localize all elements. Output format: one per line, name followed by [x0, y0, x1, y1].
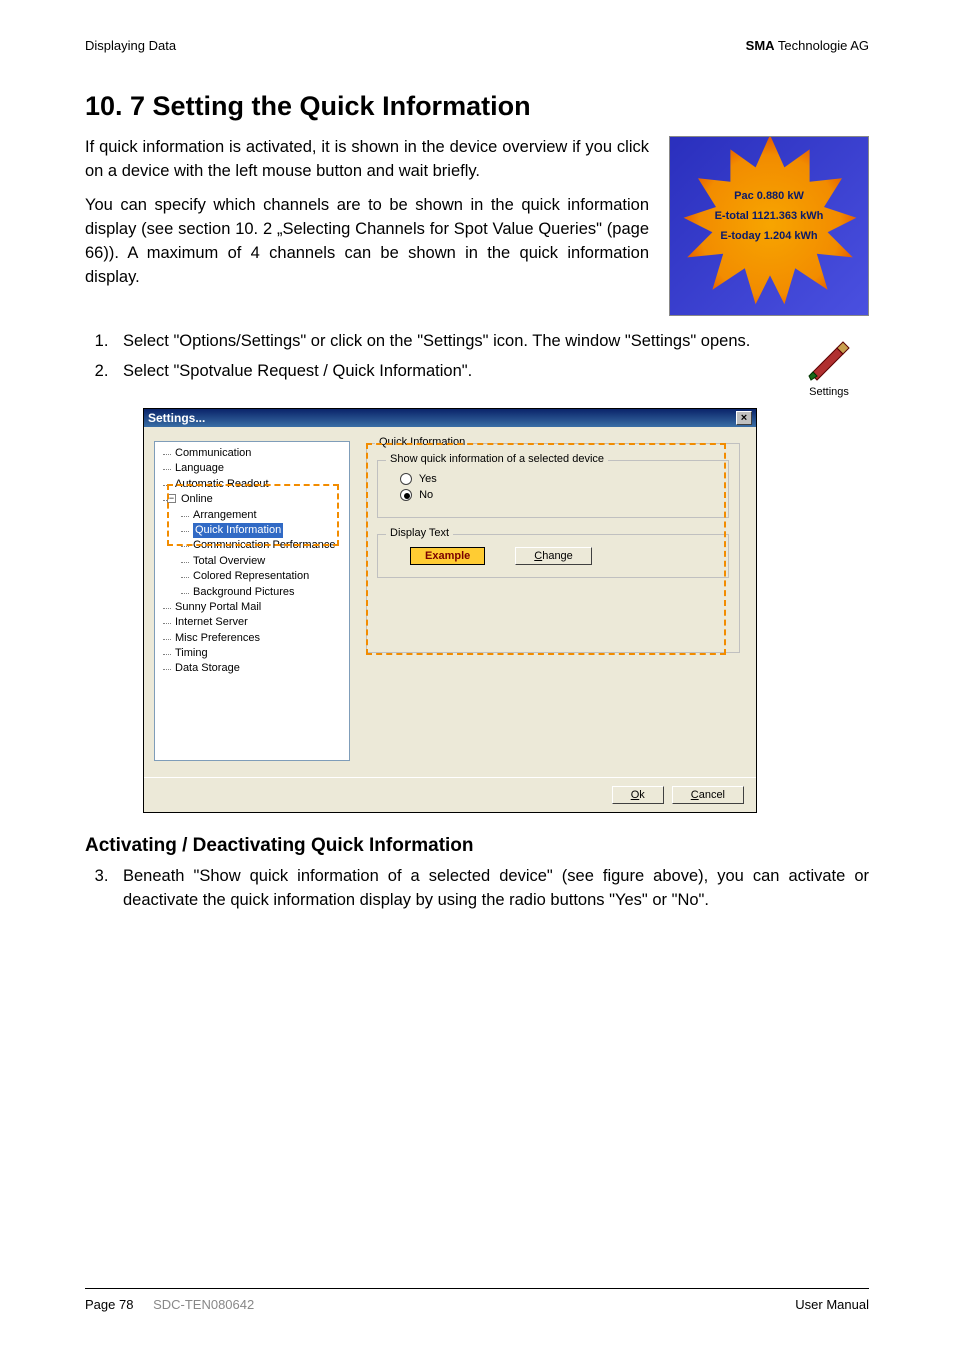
tree-data-storage[interactable]: Data Storage: [157, 661, 347, 676]
cancel-button[interactable]: Cancel: [672, 786, 744, 804]
tree-misc-preferences[interactable]: Misc Preferences: [157, 631, 347, 646]
tree-language[interactable]: Language: [157, 461, 347, 476]
close-icon[interactable]: ×: [736, 411, 752, 425]
header-company-bold: SMA: [746, 38, 775, 53]
tree-communication[interactable]: Communication: [157, 446, 347, 461]
intro-paragraph-2: You can specify which channels are to be…: [85, 194, 649, 290]
intro-paragraph-1: If quick information is activated, it is…: [85, 136, 649, 184]
settings-toolbar-icon-figure: Settings: [789, 330, 869, 398]
ok-button[interactable]: Ok: [612, 786, 664, 804]
tree-automatic-readout[interactable]: Automatic Readout: [157, 477, 347, 492]
tree-total-overview[interactable]: Total Overview: [157, 554, 347, 569]
quick-info-line-1: Pac 0.880 kW: [670, 187, 868, 207]
footer-page: Page 78: [85, 1297, 133, 1312]
tree-communication-performance[interactable]: Communication Performance: [157, 538, 347, 553]
tree-expander-minus-icon[interactable]: −: [167, 494, 176, 503]
step-3: Beneath "Show quick information of a sel…: [113, 865, 869, 913]
step-1: Select "Options/Settings" or click on th…: [113, 330, 771, 354]
quick-information-group-label: Quick Information: [375, 436, 469, 448]
header-company-rest: Technologie AG: [775, 38, 869, 53]
quick-info-line-2: E-total 1121.363 kWh: [670, 207, 868, 227]
tree-internet-server[interactable]: Internet Server: [157, 615, 347, 630]
settings-dialog-figure: Settings... × Communication Language Aut…: [143, 408, 757, 813]
subsection-heading: Activating / Deactivating Quick Informat…: [85, 835, 869, 857]
settings-icon-label: Settings: [789, 386, 869, 398]
header-left: Displaying Data: [85, 38, 176, 53]
radio-yes-icon: [400, 473, 412, 485]
footer-right: User Manual: [795, 1297, 869, 1312]
tree-sunny-portal-mail[interactable]: Sunny Portal Mail: [157, 600, 347, 615]
display-text-group-label: Display Text: [386, 527, 453, 539]
tree-colored-representation[interactable]: Colored Representation: [157, 569, 347, 584]
quick-info-line-3: E-today 1.204 kWh: [670, 227, 868, 247]
radio-yes[interactable]: Yes: [400, 473, 716, 485]
tree-quick-information[interactable]: Quick Information: [193, 523, 283, 538]
change-button[interactable]: Change: [515, 547, 592, 565]
radio-yes-label: Yes: [419, 473, 437, 485]
radio-no-icon: [400, 489, 412, 501]
radio-no-label: No: [419, 489, 433, 501]
header-right: SMA Technologie AG: [746, 38, 869, 53]
tree-background-pictures[interactable]: Background Pictures: [157, 585, 347, 600]
settings-tree[interactable]: Communication Language Automatic Readout…: [154, 441, 350, 761]
tree-online[interactable]: Online: [181, 493, 213, 505]
tree-timing[interactable]: Timing: [157, 646, 347, 661]
show-quick-info-group-label: Show quick information of a selected dev…: [386, 453, 608, 465]
footer-docid: SDC-TEN080642: [153, 1297, 254, 1312]
settings-icon: [803, 330, 855, 382]
radio-no[interactable]: No: [400, 489, 716, 501]
tree-arrangement[interactable]: Arrangement: [157, 508, 347, 523]
step-2: Select "Spotvalue Request / Quick Inform…: [113, 360, 771, 384]
page-title: 10. 7 Setting the Quick Information: [85, 91, 869, 122]
dialog-title: Settings...: [148, 411, 205, 425]
example-swatch: Example: [410, 547, 485, 565]
quick-info-tooltip-figure: Pac 0.880 kW E-total 1121.363 kWh E-toda…: [669, 136, 869, 316]
